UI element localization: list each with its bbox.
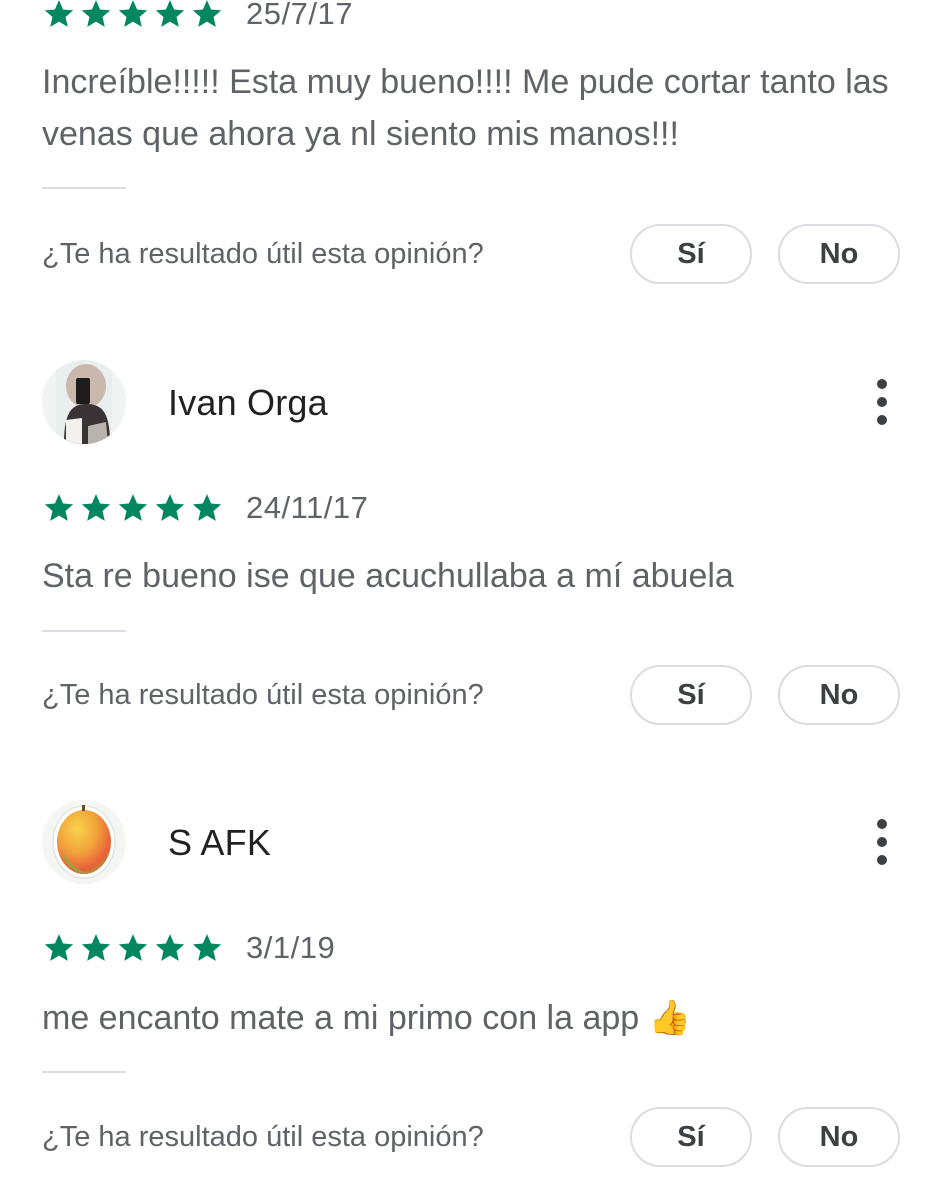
star-icon — [81, 494, 111, 521]
avatar — [42, 360, 126, 444]
helpful-no-button[interactable]: No — [778, 1107, 900, 1167]
more-options-button[interactable] — [862, 816, 902, 868]
divider — [42, 1071, 126, 1073]
helpful-yes-button[interactable]: Sí — [630, 1107, 752, 1167]
star-rating — [42, 0, 224, 31]
star-icon — [118, 0, 148, 27]
avatar — [42, 800, 126, 884]
star-icon — [44, 934, 74, 961]
more-vert-icon — [877, 379, 887, 425]
star-icon — [118, 494, 148, 521]
star-icon — [192, 0, 222, 27]
reviewer-header: S AFK — [42, 800, 902, 890]
helpful-no-button[interactable]: No — [778, 665, 900, 725]
reviewer-name: Ivan Orga — [168, 382, 328, 423]
star-rating — [42, 931, 224, 965]
review-text: Increíble!!!!! Esta muy bueno!!!! Me pud… — [42, 63, 889, 153]
helpful-prompt: ¿Te ha resultado útil esta opinión? Sí N… — [42, 1107, 904, 1171]
more-options-button[interactable] — [862, 376, 902, 428]
mango-icon — [42, 800, 126, 884]
reviewer-name: S AFK — [168, 822, 272, 863]
review-text: Sta re bueno ise que acuchullaba a mí ab… — [42, 557, 734, 595]
helpful-prompt: ¿Te ha resultado útil esta opinión? Sí N… — [42, 224, 904, 288]
review-text: me encanto mate a mi primo con la app 👍 — [42, 999, 691, 1037]
helpful-no-button[interactable]: No — [778, 224, 900, 284]
helpful-prompt: ¿Te ha resultado útil esta opinión? Sí N… — [42, 665, 904, 729]
divider — [42, 187, 126, 189]
helpful-question: ¿Te ha resultado útil esta opinión? — [42, 679, 484, 711]
rating-row: 3/1/19 — [42, 928, 335, 968]
star-icon — [81, 0, 111, 27]
helpful-yes-button[interactable]: Sí — [630, 665, 752, 725]
star-icon — [192, 494, 222, 521]
rating-row: 25/7/17 — [42, 0, 353, 34]
reviewer-header: Ivan Orga — [42, 360, 902, 450]
helpful-yes-button[interactable]: Sí — [630, 224, 752, 284]
star-rating — [42, 491, 224, 525]
star-icon — [44, 0, 74, 27]
divider — [42, 630, 126, 632]
star-icon — [155, 494, 185, 521]
star-icon — [155, 0, 185, 27]
star-icon — [155, 934, 185, 961]
star-icon — [44, 494, 74, 521]
star-icon — [192, 934, 222, 961]
review-date: 3/1/19 — [246, 930, 336, 965]
rating-row: 24/11/17 — [42, 488, 368, 528]
helpful-question: ¿Te ha resultado útil esta opinión? — [42, 238, 484, 270]
star-icon — [118, 934, 148, 961]
helpful-question: ¿Te ha resultado útil esta opinión? — [42, 1121, 484, 1153]
review-date: 25/7/17 — [246, 0, 353, 31]
review-date: 24/11/17 — [246, 490, 369, 525]
profile-photo-icon — [42, 360, 126, 444]
star-icon — [81, 934, 111, 961]
more-vert-icon — [877, 819, 887, 865]
